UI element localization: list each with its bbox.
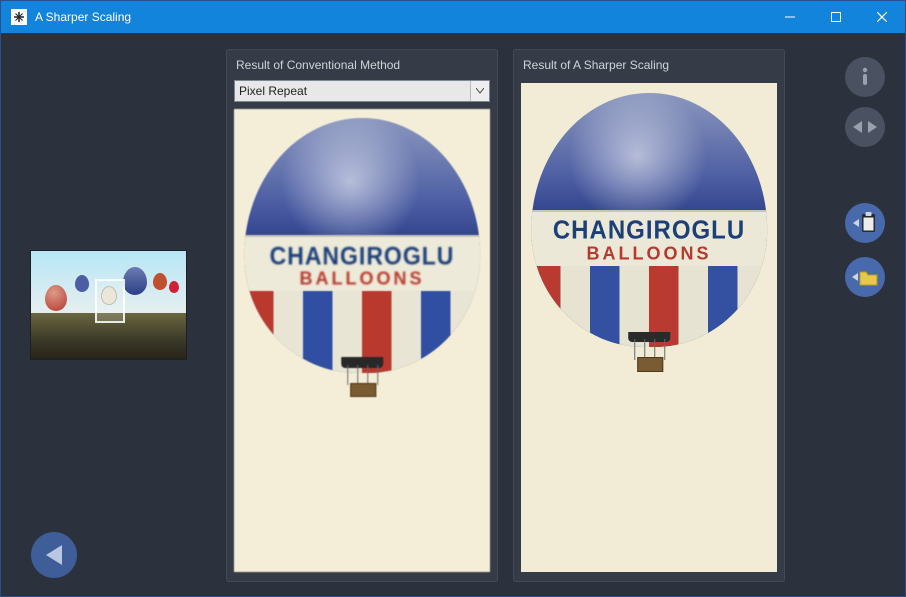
compare-button[interactable] (845, 107, 885, 147)
thumb-balloon-icon (153, 273, 167, 290)
thumb-balloon-icon (75, 275, 89, 292)
close-button[interactable] (859, 1, 905, 33)
conventional-panel-label: Result of Conventional Method (236, 58, 490, 74)
conventional-panel: Result of Conventional Method Pixel Repe… (226, 49, 498, 582)
balloon-text-line2: BALLOONS (586, 243, 711, 265)
client-area: Result of Conventional Method Pixel Repe… (1, 33, 905, 596)
thumb-balloon-icon (45, 285, 67, 311)
maximize-button[interactable] (813, 1, 859, 33)
balloon-text-line2: BALLOONS (299, 268, 424, 290)
thumbnail-viewport[interactable] (95, 279, 125, 323)
back-button[interactable] (31, 532, 77, 578)
app-window: A Sharper Scaling Result of Convention (0, 0, 906, 597)
info-button[interactable] (845, 57, 885, 97)
source-thumbnail[interactable] (31, 251, 186, 359)
back-icon (46, 545, 62, 565)
sharper-preview[interactable]: CHANGIROGLU BALLOONS (521, 83, 777, 572)
balloon-image: CHANGIROGLU BALLOONS (244, 118, 480, 372)
to-clipboard-icon (853, 212, 877, 234)
sharper-panel: Result of A Sharper Scaling CHANGIROGLU … (513, 49, 785, 582)
sharper-panel-label: Result of A Sharper Scaling (523, 58, 777, 74)
conventional-preview[interactable]: CHANGIROGLU BALLOONS (234, 109, 490, 572)
method-dropdown[interactable]: Pixel Repeat (234, 80, 490, 102)
compare-icon (853, 119, 877, 135)
copy-to-clipboard-button[interactable] (845, 203, 885, 243)
titlebar: A Sharper Scaling (1, 1, 905, 33)
save-to-file-button[interactable] (845, 257, 885, 297)
minimize-button[interactable] (767, 1, 813, 33)
method-dropdown-value: Pixel Repeat (239, 84, 470, 98)
balloon-image: CHANGIROGLU BALLOONS (531, 93, 767, 347)
app-icon (11, 9, 27, 25)
thumb-balloon-icon (123, 267, 147, 295)
info-icon (858, 67, 872, 87)
thumb-balloon-icon (169, 281, 179, 293)
to-file-icon (852, 268, 878, 286)
chevron-down-icon (470, 81, 489, 101)
window-title: A Sharper Scaling (35, 10, 131, 24)
